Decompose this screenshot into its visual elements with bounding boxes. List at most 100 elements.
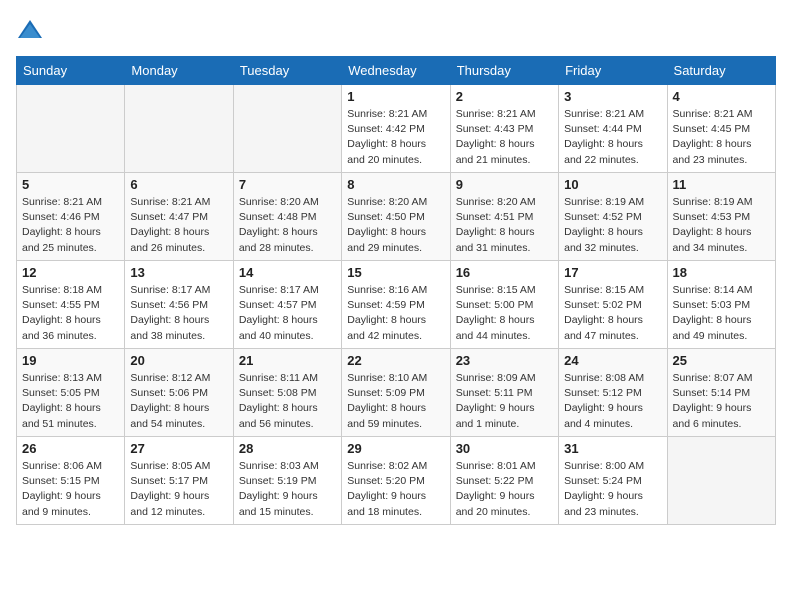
- day-info: Sunrise: 8:21 AMSunset: 4:42 PMDaylight:…: [347, 107, 444, 168]
- day-info: Sunrise: 8:17 AMSunset: 4:57 PMDaylight:…: [239, 283, 336, 344]
- weekday-header-row: SundayMondayTuesdayWednesdayThursdayFrid…: [17, 57, 776, 85]
- calendar-cell: 22 Sunrise: 8:10 AMSunset: 5:09 PMDayligh…: [342, 349, 450, 437]
- day-number: 20: [130, 353, 227, 368]
- day-number: 28: [239, 441, 336, 456]
- calendar-cell: 25Sunrise: 8:07 AMSunset: 5:14 PMDayligh…: [667, 349, 775, 437]
- day-number: 30: [456, 441, 553, 456]
- calendar-cell: 10Sunrise: 8:19 AMSunset: 4:52 PMDayligh…: [559, 173, 667, 261]
- calendar-cell: 19Sunrise: 8:13 AMSunset: 5:05 PMDayligh…: [17, 349, 125, 437]
- day-number: 14: [239, 265, 336, 280]
- calendar-cell: 16 Sunrise: 8:15 AMSunset: 5:00 PMDayligh…: [450, 261, 558, 349]
- calendar-cell: 30 Sunrise: 8:01 AMSunset: 5:22 PMDayligh…: [450, 437, 558, 525]
- calendar-cell: 29 Sunrise: 8:02 AMSunset: 5:20 PMDayligh…: [342, 437, 450, 525]
- day-number: 6: [130, 177, 227, 192]
- calendar-cell: 24Sunrise: 8:08 AMSunset: 5:12 PMDayligh…: [559, 349, 667, 437]
- calendar-cell: 6 Sunrise: 8:21 AMSunset: 4:47 PMDaylight…: [125, 173, 233, 261]
- week-row-5: 26 Sunrise: 8:06 AMSunset: 5:15 PMDayligh…: [17, 437, 776, 525]
- day-info: Sunrise: 8:14 AMSunset: 5:03 PMDaylight:…: [673, 283, 770, 344]
- day-number: 24: [564, 353, 661, 368]
- day-number: 26: [22, 441, 119, 456]
- weekday-header-wednesday: Wednesday: [342, 57, 450, 85]
- day-info: Sunrise: 8:21 AMSunset: 4:46 PMDaylight:…: [22, 195, 119, 256]
- weekday-header-thursday: Thursday: [450, 57, 558, 85]
- day-info: Sunrise: 8:02 AMSunset: 5:20 PMDaylight:…: [347, 459, 444, 520]
- calendar-cell: 8 Sunrise: 8:20 AMSunset: 4:50 PMDaylight…: [342, 173, 450, 261]
- day-number: 13: [130, 265, 227, 280]
- calendar-cell: 31 Sunrise: 8:00 AMSunset: 5:24 PMDayligh…: [559, 437, 667, 525]
- day-number: 15: [347, 265, 444, 280]
- day-info: Sunrise: 8:16 AMSunset: 4:59 PMDaylight:…: [347, 283, 444, 344]
- page-header: [16, 16, 776, 44]
- calendar-cell: 1 Sunrise: 8:21 AMSunset: 4:42 PMDaylight…: [342, 85, 450, 173]
- day-number: 5: [22, 177, 119, 192]
- logo-icon: [16, 16, 44, 44]
- day-info: Sunrise: 8:20 AMSunset: 4:48 PMDaylight:…: [239, 195, 336, 256]
- calendar-cell: 20 Sunrise: 8:12 AMSunset: 5:06 PMDayligh…: [125, 349, 233, 437]
- calendar-table: SundayMondayTuesdayWednesdayThursdayFrid…: [16, 56, 776, 525]
- calendar-cell: 4Sunrise: 8:21 AMSunset: 4:45 PMDaylight…: [667, 85, 775, 173]
- day-number: 29: [347, 441, 444, 456]
- calendar-cell: 18Sunrise: 8:14 AMSunset: 5:03 PMDayligh…: [667, 261, 775, 349]
- day-info: Sunrise: 8:21 AMSunset: 4:45 PMDaylight:…: [673, 107, 770, 168]
- day-number: 2: [456, 89, 553, 104]
- calendar-cell: 7 Sunrise: 8:20 AMSunset: 4:48 PMDaylight…: [233, 173, 341, 261]
- day-number: 23: [456, 353, 553, 368]
- weekday-header-tuesday: Tuesday: [233, 57, 341, 85]
- weekday-header-sunday: Sunday: [17, 57, 125, 85]
- day-number: 12: [22, 265, 119, 280]
- calendar-cell: 23 Sunrise: 8:09 AMSunset: 5:11 PMDayligh…: [450, 349, 558, 437]
- day-info: Sunrise: 8:15 AMSunset: 5:00 PMDaylight:…: [456, 283, 553, 344]
- day-number: 22: [347, 353, 444, 368]
- day-number: 31: [564, 441, 661, 456]
- day-info: Sunrise: 8:15 AMSunset: 5:02 PMDaylight:…: [564, 283, 661, 344]
- day-number: 16: [456, 265, 553, 280]
- day-info: Sunrise: 8:17 AMSunset: 4:56 PMDaylight:…: [130, 283, 227, 344]
- calendar-header: SundayMondayTuesdayWednesdayThursdayFrid…: [17, 57, 776, 85]
- day-number: 1: [347, 89, 444, 104]
- day-info: Sunrise: 8:21 AMSunset: 4:47 PMDaylight:…: [130, 195, 227, 256]
- day-info: Sunrise: 8:05 AMSunset: 5:17 PMDaylight:…: [130, 459, 227, 520]
- calendar-cell: 14 Sunrise: 8:17 AMSunset: 4:57 PMDayligh…: [233, 261, 341, 349]
- day-number: 8: [347, 177, 444, 192]
- day-number: 9: [456, 177, 553, 192]
- day-info: Sunrise: 8:06 AMSunset: 5:15 PMDaylight:…: [22, 459, 119, 520]
- day-info: Sunrise: 8:10 AMSunset: 5:09 PMDaylight:…: [347, 371, 444, 432]
- calendar-cell: 28Sunrise: 8:03 AMSunset: 5:19 PMDayligh…: [233, 437, 341, 525]
- calendar-cell: 2 Sunrise: 8:21 AMSunset: 4:43 PMDaylight…: [450, 85, 558, 173]
- day-number: 25: [673, 353, 770, 368]
- weekday-header-monday: Monday: [125, 57, 233, 85]
- calendar-cell: [125, 85, 233, 173]
- day-info: Sunrise: 8:21 AMSunset: 4:44 PMDaylight:…: [564, 107, 661, 168]
- day-info: Sunrise: 8:20 AMSunset: 4:50 PMDaylight:…: [347, 195, 444, 256]
- day-info: Sunrise: 8:19 AMSunset: 4:53 PMDaylight:…: [673, 195, 770, 256]
- calendar-cell: 3 Sunrise: 8:21 AMSunset: 4:44 PMDaylight…: [559, 85, 667, 173]
- day-number: 7: [239, 177, 336, 192]
- day-info: Sunrise: 8:21 AMSunset: 4:43 PMDaylight:…: [456, 107, 553, 168]
- week-row-2: 5 Sunrise: 8:21 AMSunset: 4:46 PMDaylight…: [17, 173, 776, 261]
- day-info: Sunrise: 8:01 AMSunset: 5:22 PMDaylight:…: [456, 459, 553, 520]
- day-number: 21: [239, 353, 336, 368]
- calendar-cell: 27 Sunrise: 8:05 AMSunset: 5:17 PMDayligh…: [125, 437, 233, 525]
- week-row-1: 1 Sunrise: 8:21 AMSunset: 4:42 PMDaylight…: [17, 85, 776, 173]
- day-info: Sunrise: 8:00 AMSunset: 5:24 PMDaylight:…: [564, 459, 661, 520]
- calendar-body: 1 Sunrise: 8:21 AMSunset: 4:42 PMDaylight…: [17, 85, 776, 525]
- week-row-4: 19Sunrise: 8:13 AMSunset: 5:05 PMDayligh…: [17, 349, 776, 437]
- weekday-header-saturday: Saturday: [667, 57, 775, 85]
- calendar-cell: [17, 85, 125, 173]
- calendar-cell: 15 Sunrise: 8:16 AMSunset: 4:59 PMDayligh…: [342, 261, 450, 349]
- day-info: Sunrise: 8:18 AMSunset: 4:55 PMDaylight:…: [22, 283, 119, 344]
- week-row-3: 12 Sunrise: 8:18 AMSunset: 4:55 PMDayligh…: [17, 261, 776, 349]
- day-info: Sunrise: 8:09 AMSunset: 5:11 PMDaylight:…: [456, 371, 553, 432]
- day-number: 10: [564, 177, 661, 192]
- day-info: Sunrise: 8:12 AMSunset: 5:06 PMDaylight:…: [130, 371, 227, 432]
- weekday-header-friday: Friday: [559, 57, 667, 85]
- day-info: Sunrise: 8:20 AMSunset: 4:51 PMDaylight:…: [456, 195, 553, 256]
- day-number: 11: [673, 177, 770, 192]
- day-info: Sunrise: 8:11 AMSunset: 5:08 PMDaylight:…: [239, 371, 336, 432]
- calendar-cell: 21 Sunrise: 8:11 AMSunset: 5:08 PMDayligh…: [233, 349, 341, 437]
- day-number: 3: [564, 89, 661, 104]
- calendar-cell: [667, 437, 775, 525]
- day-number: 27: [130, 441, 227, 456]
- calendar-cell: 5 Sunrise: 8:21 AMSunset: 4:46 PMDaylight…: [17, 173, 125, 261]
- calendar-cell: 17Sunrise: 8:15 AMSunset: 5:02 PMDayligh…: [559, 261, 667, 349]
